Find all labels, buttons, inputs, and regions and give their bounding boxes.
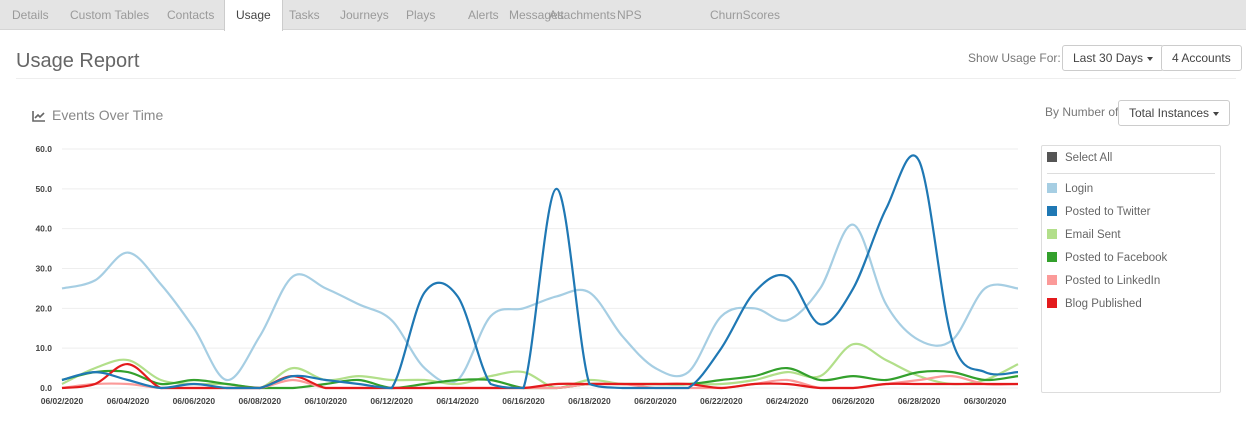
page-title: Usage Report — [16, 50, 140, 72]
y-tick-label: 40.0 — [35, 224, 52, 234]
tab-churnscores[interactable]: ChurnScores — [699, 0, 791, 30]
x-tick-label: 06/18/2020 — [568, 396, 611, 406]
legend-select-all-label: Select All — [1065, 152, 1113, 164]
legend-label: Email Sent — [1065, 229, 1121, 241]
x-tick-label: 06/04/2020 — [107, 396, 150, 406]
y-tick-label: 60.0 — [35, 144, 52, 154]
by-number-label: By Number of — [1045, 105, 1119, 119]
legend-item-posted-to-linkedin[interactable]: Posted to LinkedIn — [1047, 275, 1160, 287]
legend-item-blog-published[interactable]: Blog Published — [1047, 298, 1142, 310]
show-usage-label: Show Usage For: — [968, 51, 1061, 65]
period-dropdown-button[interactable]: Last 30 Days — [1062, 45, 1165, 71]
tab-contacts[interactable]: Contacts — [156, 0, 225, 30]
legend-label: Blog Published — [1065, 298, 1142, 310]
y-tick-label: 10.0 — [35, 343, 52, 353]
x-tick-label: 06/28/2020 — [898, 396, 941, 406]
x-tick-label: 06/20/2020 — [634, 396, 677, 406]
tab-journeys[interactable]: Journeys — [329, 0, 400, 30]
chart-legend: Select All Login Posted to Twitter Email S… — [1041, 145, 1221, 393]
x-tick-label: 06/24/2020 — [766, 396, 809, 406]
x-tick-label: 06/14/2020 — [436, 396, 479, 406]
x-tick-label: 06/08/2020 — [239, 396, 282, 406]
x-tick-label: 06/26/2020 — [832, 396, 875, 406]
x-tick-label: 06/02/2020 — [41, 396, 84, 406]
y-tick-label: 0.0 — [40, 383, 52, 393]
legend-item-login[interactable]: Login — [1047, 183, 1093, 195]
metric-dropdown-button[interactable]: Total Instances — [1118, 100, 1231, 126]
metric-dropdown-label: Total Instances — [1129, 106, 1210, 120]
period-dropdown-label: Last 30 Days — [1073, 51, 1144, 65]
title-divider — [16, 78, 1236, 79]
legend-label: Posted to Facebook — [1065, 252, 1168, 264]
series-line-login — [61, 223, 1019, 384]
legend-select-all[interactable]: Select All — [1047, 152, 1112, 164]
accounts-button-label: 4 Accounts — [1172, 51, 1231, 65]
chevron-down-icon — [1213, 111, 1220, 116]
x-tick-label: 06/12/2020 — [370, 396, 413, 406]
chart-section-title-text: Events Over Time — [52, 107, 164, 123]
legend-item-posted-to-twitter[interactable]: Posted to Twitter — [1047, 206, 1150, 218]
x-tick-label: 06/30/2020 — [964, 396, 1007, 406]
tab-nps[interactable]: NPS — [606, 0, 653, 30]
chevron-down-icon — [1147, 56, 1154, 61]
x-tick-label: 06/06/2020 — [173, 396, 216, 406]
legend-swatch — [1047, 298, 1057, 308]
x-tick-label: 06/10/2020 — [304, 396, 347, 406]
legend-label: Posted to Twitter — [1065, 206, 1151, 218]
line-chart-icon — [32, 111, 45, 122]
chart-section-title: Events Over Time — [32, 107, 163, 123]
y-tick-label: 20.0 — [35, 303, 52, 313]
tab-plays[interactable]: Plays — [395, 0, 446, 30]
tab-tasks[interactable]: Tasks — [278, 0, 331, 30]
legend-label: Login — [1065, 183, 1094, 195]
legend-divider — [1047, 173, 1215, 174]
accounts-button[interactable]: 4 Accounts — [1161, 45, 1242, 71]
legend-item-posted-to-facebook[interactable]: Posted to Facebook — [1047, 252, 1167, 264]
legend-item-email-sent[interactable]: Email Sent — [1047, 229, 1121, 241]
y-tick-label: 50.0 — [35, 184, 52, 194]
legend-swatch — [1047, 229, 1057, 239]
legend-swatch — [1047, 252, 1057, 262]
legend-swatch — [1047, 206, 1057, 216]
legend-select-all-swatch — [1047, 152, 1057, 162]
legend-label: Posted to LinkedIn — [1065, 275, 1161, 287]
tab-details[interactable]: Details — [1, 0, 60, 30]
legend-swatch — [1047, 275, 1057, 285]
x-tick-label: 06/22/2020 — [700, 396, 743, 406]
legend-swatch — [1047, 183, 1057, 193]
tab-custom-tables[interactable]: Custom Tables — [59, 0, 160, 30]
events-line-chart: 0.0 10.0 20.0 30.0 40.0 50.0 60.0 06/02/2020 06/… — [35, 144, 1019, 406]
tab-usage[interactable]: Usage — [224, 0, 283, 31]
x-tick-label: 06/16/2020 — [502, 396, 545, 406]
y-tick-label: 30.0 — [35, 264, 52, 274]
tab-bar: Details Custom Tables Contacts Usage Tasks Jo… — [0, 0, 1246, 31]
